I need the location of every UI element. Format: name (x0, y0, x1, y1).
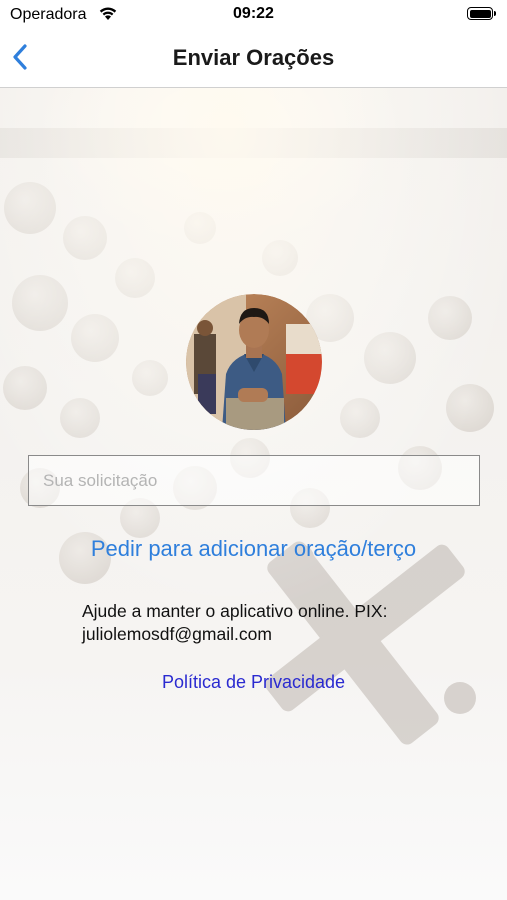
status-time: 09:22 (233, 5, 274, 22)
screen: Operadora 09:22 Enviar Orações Sua solic… (0, 0, 507, 900)
battery-icon (467, 7, 497, 21)
navigation-bar: Enviar Orações (0, 30, 507, 88)
donation-text: Ajude a manter o aplicativo online. PIX:… (82, 601, 388, 644)
request-input[interactable] (28, 455, 480, 506)
status-bar: Operadora 09:22 (0, 0, 507, 30)
add-prayer-button[interactable]: Pedir para adicionar oração/terço (0, 536, 507, 562)
page-title: Enviar Orações (172, 45, 335, 70)
privacy-policy-link[interactable]: Política de Privacidade (0, 672, 507, 693)
profile-photo (186, 294, 322, 430)
content-area: Pedir para adicionar oração/terço Ajude … (0, 88, 507, 900)
